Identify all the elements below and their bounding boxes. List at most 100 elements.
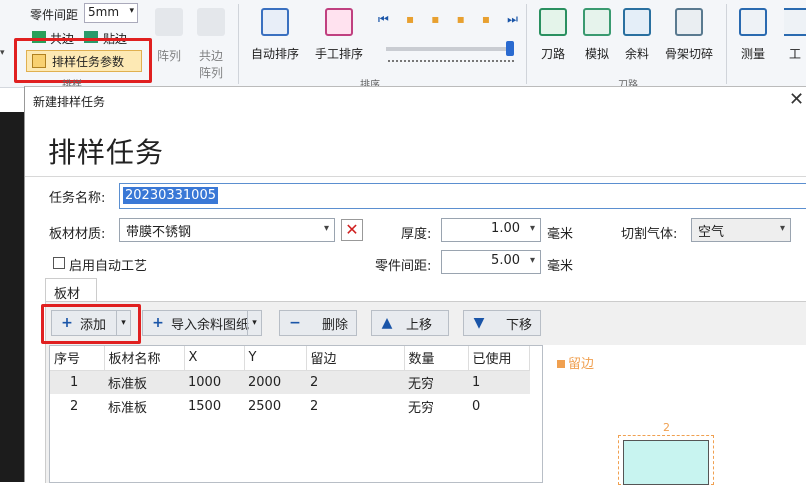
task-name-value: 20230331005 [123,187,218,204]
measure-label: 测量 [740,47,765,61]
sheet-table: 序号 板材名称 X Y 留边 数量 已使用 1 标准板 1000 2000 2 … [49,345,543,483]
thickness-select[interactable]: 1.00 ▾ [441,218,541,242]
gas-label: 切割气体: [621,227,678,242]
last-icon[interactable]: ⏭ [507,12,518,28]
table-cell: 2000 [248,374,282,390]
table-row[interactable]: 1 标准板 1000 2000 2 无穷 1 [50,370,530,394]
background-canvas [0,112,24,482]
move-up-button[interactable]: ▲ 上移 [371,310,449,336]
delete-button[interactable]: − 删除 [279,310,357,336]
close-icon[interactable]: ✕ [789,89,804,110]
thickness-unit: 毫米 [547,227,574,242]
divider [526,4,527,84]
skeleton-cut-label: 骨架切碎 [664,47,713,61]
first-icon[interactable]: ⏮ [378,12,389,28]
skeleton-cut-button[interactable]: 骨架切碎 [662,8,716,62]
dialog-heading: 排样任务 [48,136,165,169]
divider [726,4,727,84]
spacing-select[interactable]: 5.00 ▾ [441,250,541,274]
thickness-label: 厚度: [401,227,432,242]
tab-sheet[interactable]: 板材 [45,278,97,302]
column-header[interactable]: 留边 [306,346,405,371]
column-header[interactable]: 板材名称 [104,346,185,371]
dialog-titlebar[interactable]: 新建排样任务 ✕ [25,87,806,115]
table-cell: 1 [472,374,481,390]
column-header[interactable]: 序号 [50,346,105,371]
column-header[interactable]: 数量 [404,346,469,371]
delete-label: 删除 [322,317,349,333]
array-button[interactable]: 阵列 [154,8,184,64]
array-label: 阵列 [156,49,181,63]
spacing-unit: 毫米 [547,259,574,274]
common-array-label-1: 共边 [198,49,223,63]
move-down-button[interactable]: ▼ 下移 [463,310,541,336]
auto-nest-button[interactable]: 自动排序 [248,8,302,62]
slider-ticks [388,60,514,62]
auto-process-checkbox[interactable] [53,257,65,269]
clear-material-button[interactable]: ✕ [341,219,363,241]
minus-icon: − [289,315,301,331]
step-icon[interactable]: ▪ [406,12,414,28]
part-spacing-value: 5mm [88,5,120,19]
table-cell: 1500 [188,398,222,414]
task-name-label: 任务名称: [49,191,106,206]
new-nesting-task-dialog: 新建排样任务 ✕ 排样任务 任务名称: 20230331005 板材材质: 带膜… [24,86,806,485]
simulate-button[interactable]: 模拟 [580,8,614,62]
material-select[interactable]: 带膜不锈钢 ▾ [119,218,335,242]
sort-step-controls[interactable]: ⏮ ▪ ▪ ▪ ▪ ⏭ [378,12,518,28]
divider [25,176,806,177]
import-remnant-button[interactable]: + 导入余料图纸 ▾ [142,310,262,336]
chevron-down-icon[interactable]: ▾ [247,311,261,335]
auto-sort-icon [261,8,289,36]
step-icon[interactable]: ▪ [457,12,465,28]
sheet-preview: 留边 2 [543,345,806,485]
spacing-value: 5.00 [491,253,520,268]
column-header[interactable]: Y [244,346,307,371]
sort-slider-handle[interactable] [506,41,514,56]
part-spacing-select[interactable]: 5mm ▾ [84,3,138,23]
arrow-down-icon: ▼ [473,315,485,331]
sort-slider-track[interactable] [386,47,514,51]
column-header[interactable]: 已使用 [468,346,530,371]
step-icon[interactable]: ▪ [482,12,490,28]
material-label: 板材材质: [49,227,106,242]
path-label: 刀路 [540,47,565,61]
table-cell: 2 [310,398,319,414]
simulate-icon [583,8,611,36]
task-name-field[interactable]: 20230331005 [119,183,806,209]
manual-nest-label: 手工排序 [314,47,363,61]
column-header[interactable]: X [184,346,245,371]
auto-process-label[interactable]: 启用自动工艺 [69,255,147,274]
ribbon-toolbar: 零件间距 5mm ▾ 共边 贴边 排样任务参数 排样 阵列 共边 阵列 自动排序… [0,0,806,91]
tool-icon [784,8,806,36]
array-icon [155,8,183,36]
chevron-down-icon: ▾ [779,223,785,234]
table-cell: 2 [70,398,79,414]
plus-icon: + [152,315,164,331]
chevron-down-icon: ▾ [129,6,134,16]
simulate-label: 模拟 [584,47,609,61]
table-cell: 0 [472,398,481,414]
table-cell: 标准板 [108,400,148,416]
step-icon[interactable]: ▪ [431,12,439,28]
highlight-box-ribbon [14,38,152,83]
legend-label: 留边 [568,357,595,372]
gas-select[interactable]: 空气 ▾ [691,218,791,242]
tool-label: 工 [788,47,801,61]
tool-button[interactable]: 工 [784,8,806,62]
common-array-button[interactable]: 共边 阵列 [194,8,228,81]
table-cell: 无穷 [408,400,435,416]
delete-icon: ✕ [345,220,359,239]
highlight-box-add [41,304,141,344]
chevron-down-icon: ▾ [323,223,329,234]
path-button[interactable]: 刀路 [536,8,570,62]
table-header-row: 序号 板材名称 X Y 留边 数量 已使用 [50,346,530,371]
caret-down-icon[interactable]: ▾ [0,48,10,64]
table-row[interactable]: 2 标准板 1500 2500 2 无穷 0 [50,394,530,418]
remnant-button[interactable]: 余料 [620,8,654,62]
preview-margin-value: 2 [663,421,670,434]
manual-nest-button[interactable]: 手工排序 [312,8,366,62]
measure-button[interactable]: 测量 [736,8,770,62]
table-cell: 标准板 [108,376,148,392]
chevron-down-icon: ▾ [529,255,535,266]
